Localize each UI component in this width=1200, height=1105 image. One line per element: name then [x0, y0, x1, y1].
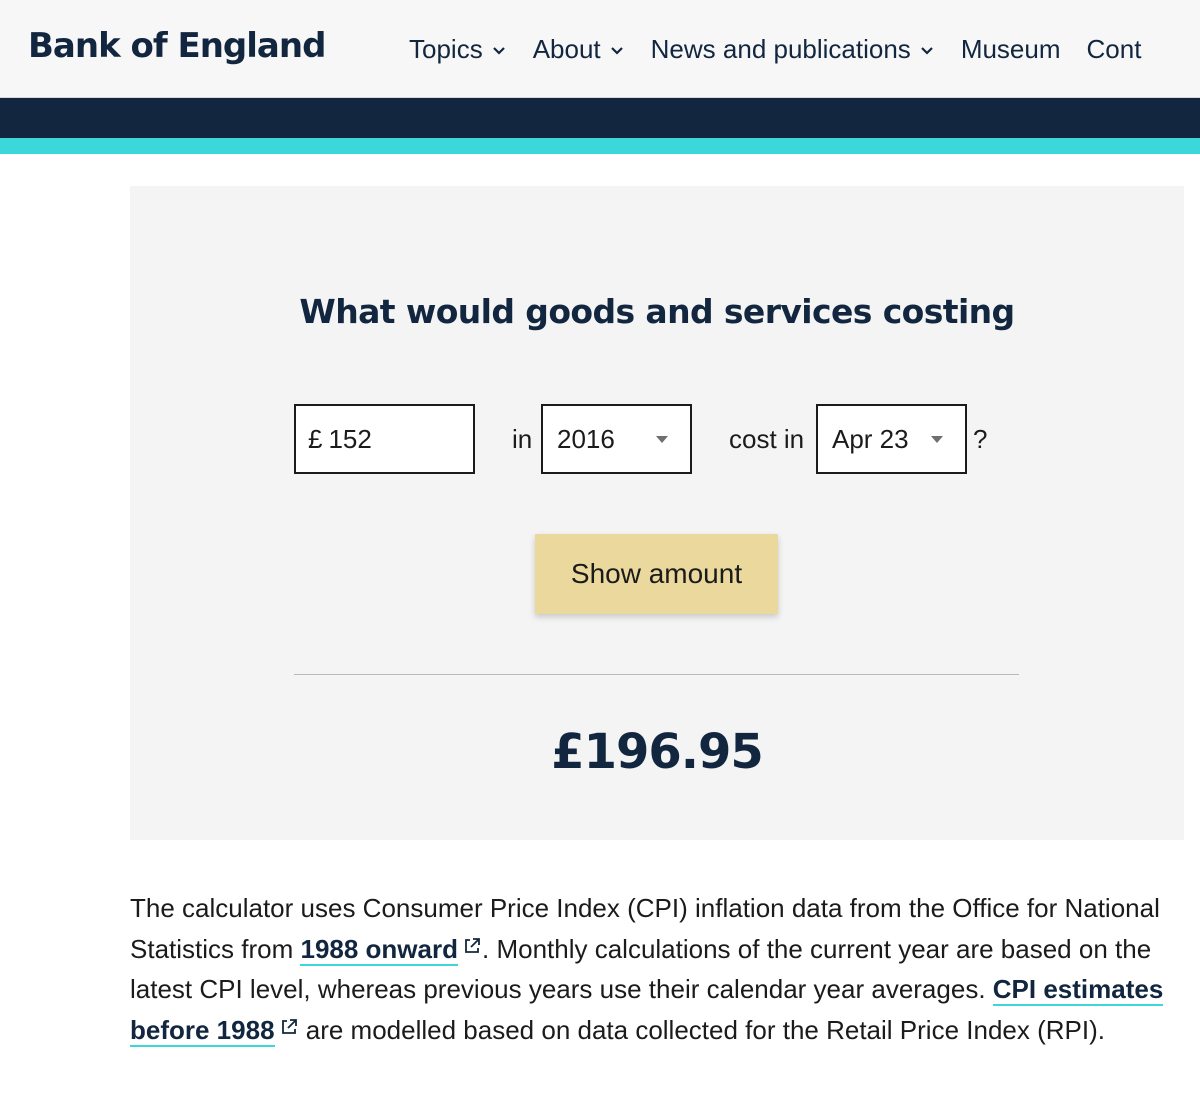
- calculator-title: What would goods and services costing: [299, 292, 1015, 331]
- month-select[interactable]: Apr 23: [816, 404, 967, 474]
- link-1988-onward[interactable]: 1988 onward: [300, 933, 458, 966]
- month-selected-value: Apr 23: [832, 423, 909, 454]
- nav-contact-label: Cont: [1086, 34, 1142, 64]
- nav-news-label: News and publications: [650, 34, 911, 64]
- site-header: Bank of England Topics About News and pu…: [0, 0, 1200, 98]
- year-select[interactable]: 2016: [541, 404, 692, 474]
- result-divider: [294, 674, 1019, 675]
- nav-topics-label: Topics: [409, 34, 483, 64]
- chevron-down-icon: [921, 46, 933, 55]
- bank-of-england-logo[interactable]: Bank of England: [28, 26, 326, 66]
- header-navy-band: [0, 98, 1200, 138]
- main-nav: Topics About News and publications Museu…: [409, 34, 1141, 65]
- result-amount: £196.95: [551, 724, 764, 780]
- question-mark: ?: [973, 423, 988, 454]
- calculator-description: The calculator uses Consumer Price Index…: [130, 888, 1180, 1050]
- nav-topics[interactable]: Topics: [409, 34, 507, 65]
- external-link-icon: [281, 1018, 297, 1034]
- chevron-down-icon: [492, 46, 505, 55]
- header-teal-band: [0, 138, 1200, 154]
- nav-museum[interactable]: Museum: [961, 34, 1061, 65]
- nav-museum-label: Museum: [960, 34, 1061, 64]
- select-caret-icon: [931, 436, 943, 443]
- amount-value: 152: [328, 423, 372, 454]
- select-caret-icon: [656, 436, 668, 443]
- nav-news-and-publications[interactable]: News and publications: [651, 34, 935, 65]
- inflation-calculator-panel: What would goods and services costing £ …: [130, 186, 1184, 840]
- external-link-icon: [465, 937, 480, 953]
- nav-contact[interactable]: Cont: [1087, 34, 1142, 65]
- link-1988-onward-label: 1988 onward: [300, 933, 458, 964]
- show-amount-button[interactable]: Show amount: [535, 534, 778, 614]
- chevron-down-icon: [610, 46, 623, 55]
- in-label: in: [512, 423, 533, 454]
- cost-in-label: cost in: [729, 423, 805, 454]
- year-selected-value: 2016: [557, 423, 615, 454]
- description-text-3: are modelled based on data collected for…: [298, 1014, 1105, 1045]
- currency-symbol: £: [308, 423, 323, 454]
- nav-about-label: About: [532, 34, 601, 64]
- amount-input[interactable]: £ 152: [294, 404, 475, 474]
- nav-about[interactable]: About: [533, 34, 625, 65]
